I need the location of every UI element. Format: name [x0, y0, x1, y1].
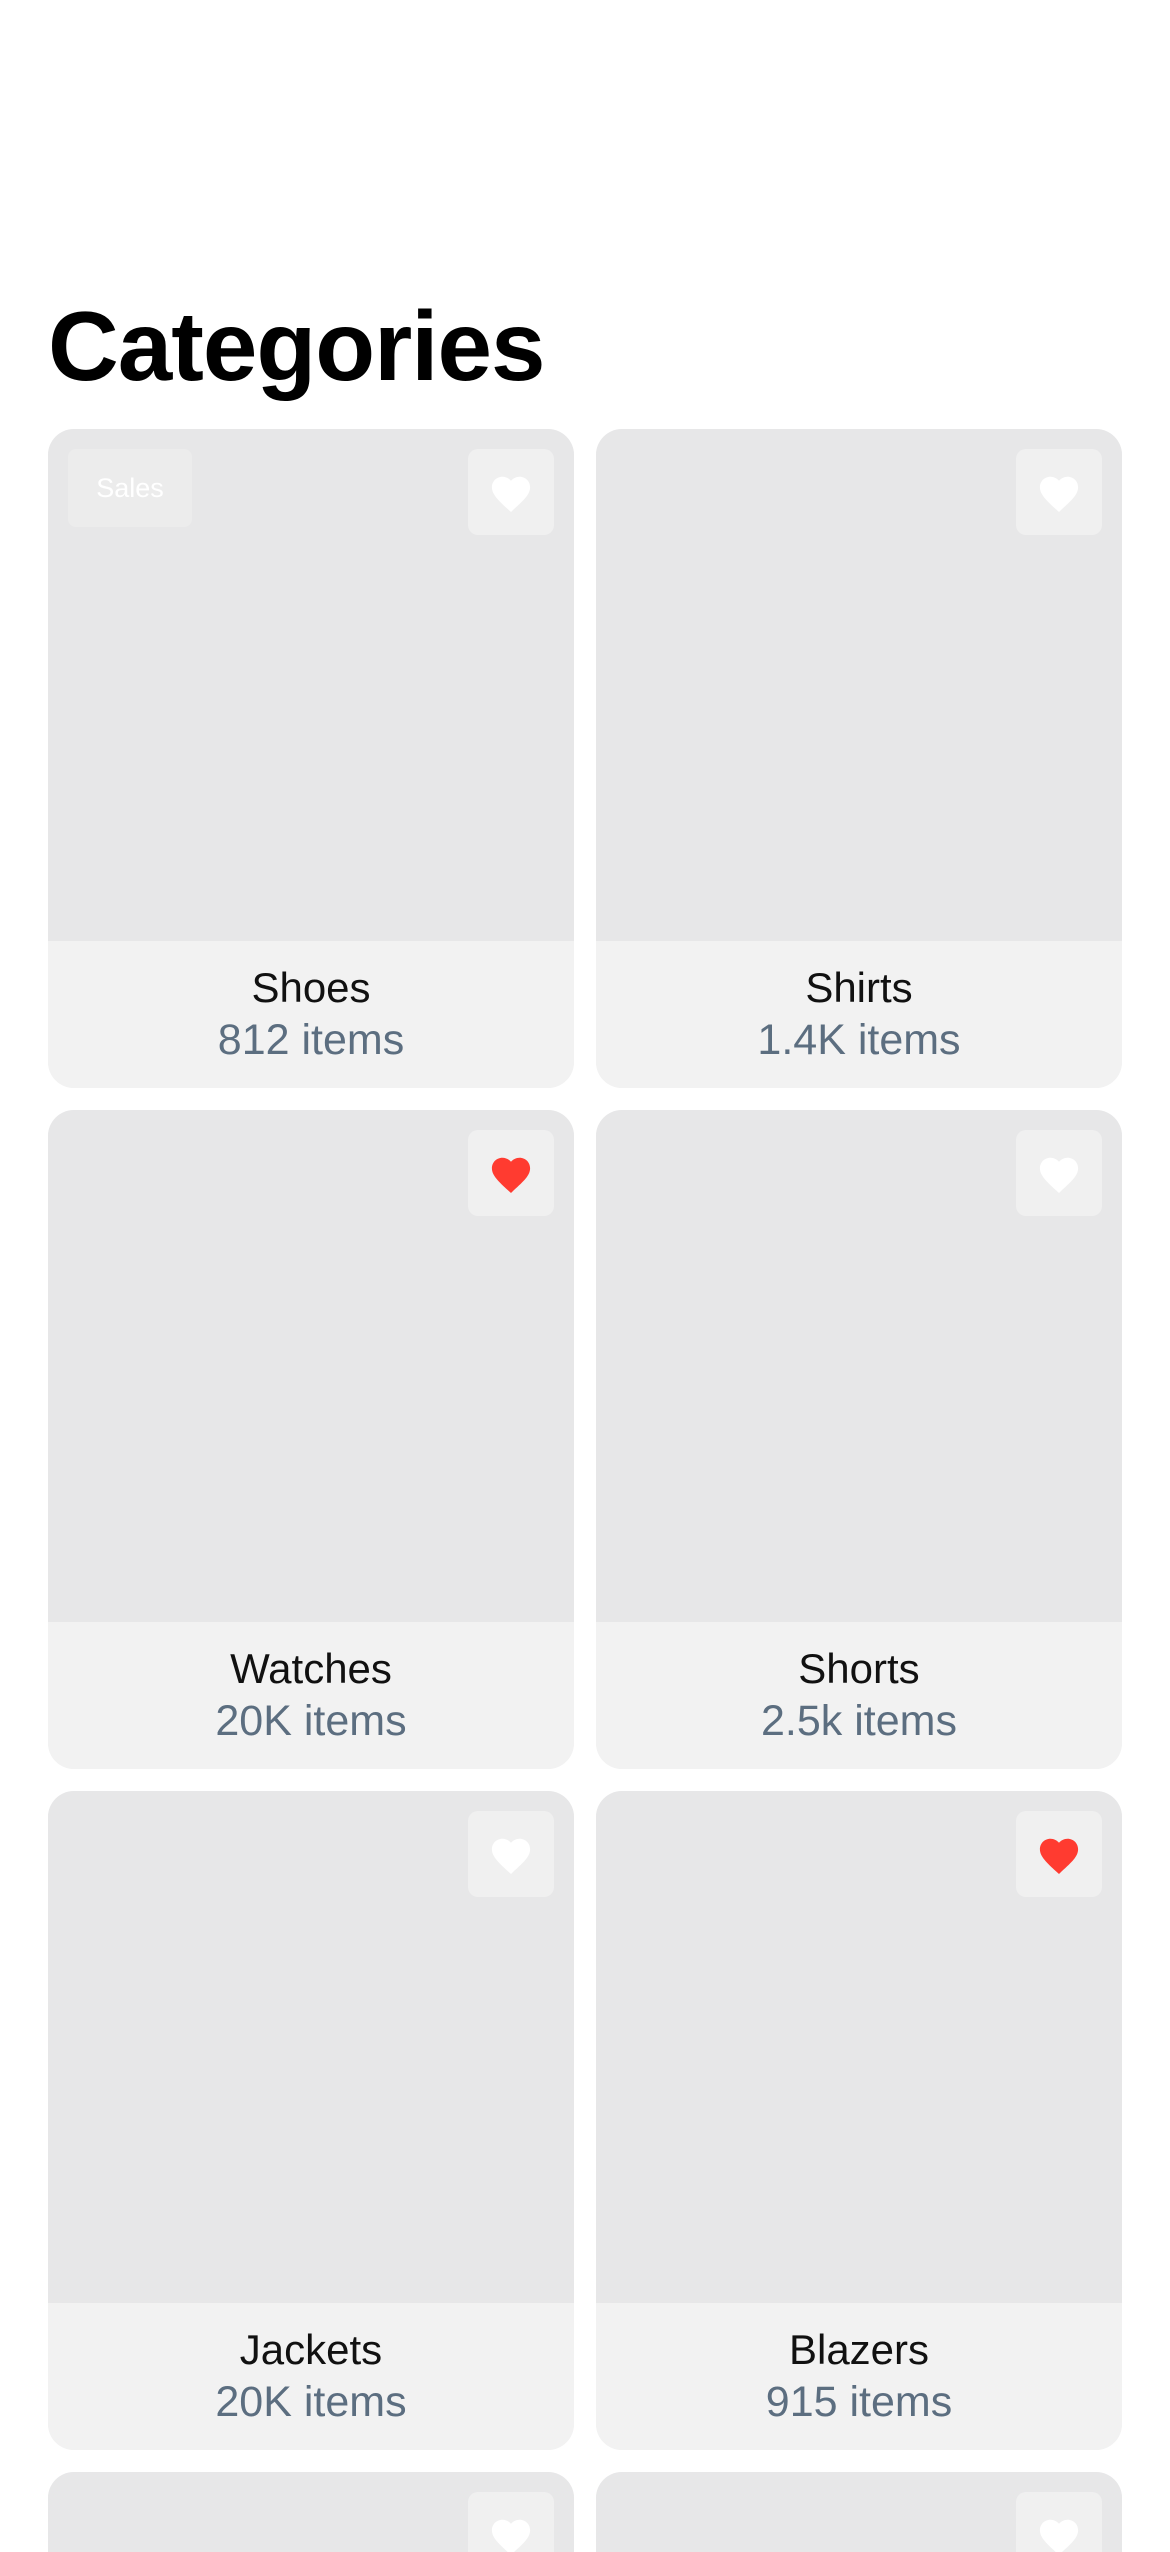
heart-icon — [491, 2519, 531, 2552]
category-name: Shoes — [251, 964, 371, 1011]
category-grid: Sales Shoes 812 items Shirts 1.4K items — [48, 429, 1122, 2552]
heart-icon — [1039, 476, 1079, 513]
category-item-count: 915 items — [765, 2378, 953, 2426]
category-item-count: 1.4K items — [757, 1016, 961, 1064]
favorite-button-active[interactable] — [1016, 1811, 1102, 1897]
heart-icon — [1039, 1838, 1079, 1875]
category-card-shoes[interactable]: Sales Shoes 812 items — [48, 429, 574, 1088]
category-item-count: 20K items — [215, 2378, 407, 2426]
favorite-button[interactable] — [468, 449, 554, 535]
category-name: Watches — [230, 1645, 392, 1692]
favorite-button[interactable] — [1016, 2492, 1102, 2552]
category-footer: Jackets 20K items — [48, 2303, 574, 2450]
favorite-button[interactable] — [468, 2492, 554, 2552]
heart-icon — [491, 476, 531, 513]
page-title: Categories — [48, 291, 546, 401]
favorite-button-active[interactable] — [468, 1130, 554, 1216]
sales-badge: Sales — [68, 449, 192, 527]
category-card-watches[interactable]: Watches 20K items — [48, 1110, 574, 1769]
favorite-button[interactable] — [1016, 449, 1102, 535]
category-name: Shorts — [798, 1645, 920, 1692]
favorite-button[interactable] — [1016, 1130, 1102, 1216]
category-item-count: 20K items — [215, 1697, 407, 1745]
category-footer: Shirts 1.4K items — [596, 941, 1122, 1088]
category-footer: Shoes 812 items — [48, 941, 574, 1088]
category-name: Blazers — [788, 2326, 930, 2373]
category-card-blazers[interactable]: Blazers 915 items — [596, 1791, 1122, 2450]
category-card-jackets[interactable]: Jackets 20K items — [48, 1791, 574, 2450]
category-name: Shirts — [805, 964, 913, 1011]
category-footer: Shorts 2.5k items — [596, 1622, 1122, 1769]
category-card-partial[interactable] — [48, 2472, 574, 2552]
heart-icon — [491, 1157, 531, 1194]
heart-icon — [1039, 2519, 1079, 2552]
category-item-count: 2.5k items — [761, 1697, 957, 1745]
heart-icon — [1039, 1157, 1079, 1194]
category-card-shorts[interactable]: Shorts 2.5k items — [596, 1110, 1122, 1769]
category-name: Jackets — [239, 2326, 383, 2373]
category-footer: Blazers 915 items — [596, 2303, 1122, 2450]
category-item-count: 812 items — [217, 1016, 405, 1064]
category-card-shirts[interactable]: Shirts 1.4K items — [596, 429, 1122, 1088]
category-card-partial[interactable] — [596, 2472, 1122, 2552]
heart-icon — [491, 1838, 531, 1875]
favorite-button[interactable] — [468, 1811, 554, 1897]
category-footer: Watches 20K items — [48, 1622, 574, 1769]
